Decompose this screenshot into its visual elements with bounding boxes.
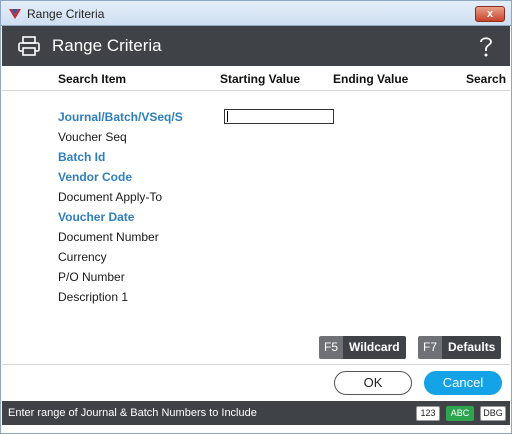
window-titlebar: Range Criteria x	[0, 0, 512, 26]
search-item-description-1[interactable]: Description 1	[58, 290, 128, 304]
search-item-document-apply-to[interactable]: Document Apply-To	[58, 190, 162, 204]
ok-button[interactable]: OK	[334, 371, 412, 395]
search-item-vendor-code[interactable]: Vendor Code	[58, 170, 132, 184]
search-item-currency[interactable]: Currency	[58, 250, 107, 264]
search-item-po-number[interactable]: P/O Number	[58, 270, 125, 284]
wildcard-button[interactable]: F5 Wildcard	[319, 336, 406, 359]
close-button[interactable]: x	[475, 6, 505, 22]
header-divider	[2, 90, 510, 91]
wildcard-key: F5	[319, 336, 344, 359]
window-title: Range Criteria	[27, 7, 105, 21]
text-caret	[227, 111, 228, 122]
numeric-mode-badge[interactable]: 123	[416, 406, 440, 421]
status-bar: Enter range of Journal & Batch Numbers t…	[2, 401, 510, 425]
dialog-header: Range Criteria	[2, 26, 510, 66]
defaults-label: Defaults	[442, 336, 502, 359]
page-title: Range Criteria	[52, 36, 162, 55]
defaults-key: F7	[418, 336, 443, 359]
search-item-voucher-seq[interactable]: Voucher Seq	[58, 130, 127, 144]
debug-mode-badge[interactable]: DBG	[480, 406, 506, 421]
column-header-search-item: Search Item	[58, 72, 127, 86]
defaults-button[interactable]: F7 Defaults	[418, 336, 502, 359]
app-logo-icon	[9, 9, 21, 19]
search-item-document-number[interactable]: Document Number	[58, 230, 159, 244]
column-header-ending-value: Ending Value	[333, 72, 409, 86]
printer-icon	[18, 36, 40, 56]
column-header-search: Search	[466, 72, 507, 86]
cancel-button[interactable]: Cancel	[424, 371, 502, 395]
starting-value-input[interactable]	[224, 109, 334, 124]
wildcard-label: Wildcard	[343, 336, 406, 359]
question-icon[interactable]	[476, 34, 496, 58]
alpha-mode-badge[interactable]: ABC	[446, 406, 474, 421]
search-item-batch-id[interactable]: Batch Id	[58, 150, 105, 164]
footer-divider	[2, 364, 510, 365]
status-message: Enter range of Journal & Batch Numbers t…	[8, 407, 257, 419]
search-item-voucher-date[interactable]: Voucher Date	[58, 210, 134, 224]
search-item-journal-batch[interactable]: Journal/Batch/VSeq/S	[58, 110, 183, 124]
column-header-starting-value: Starting Value	[220, 72, 301, 86]
